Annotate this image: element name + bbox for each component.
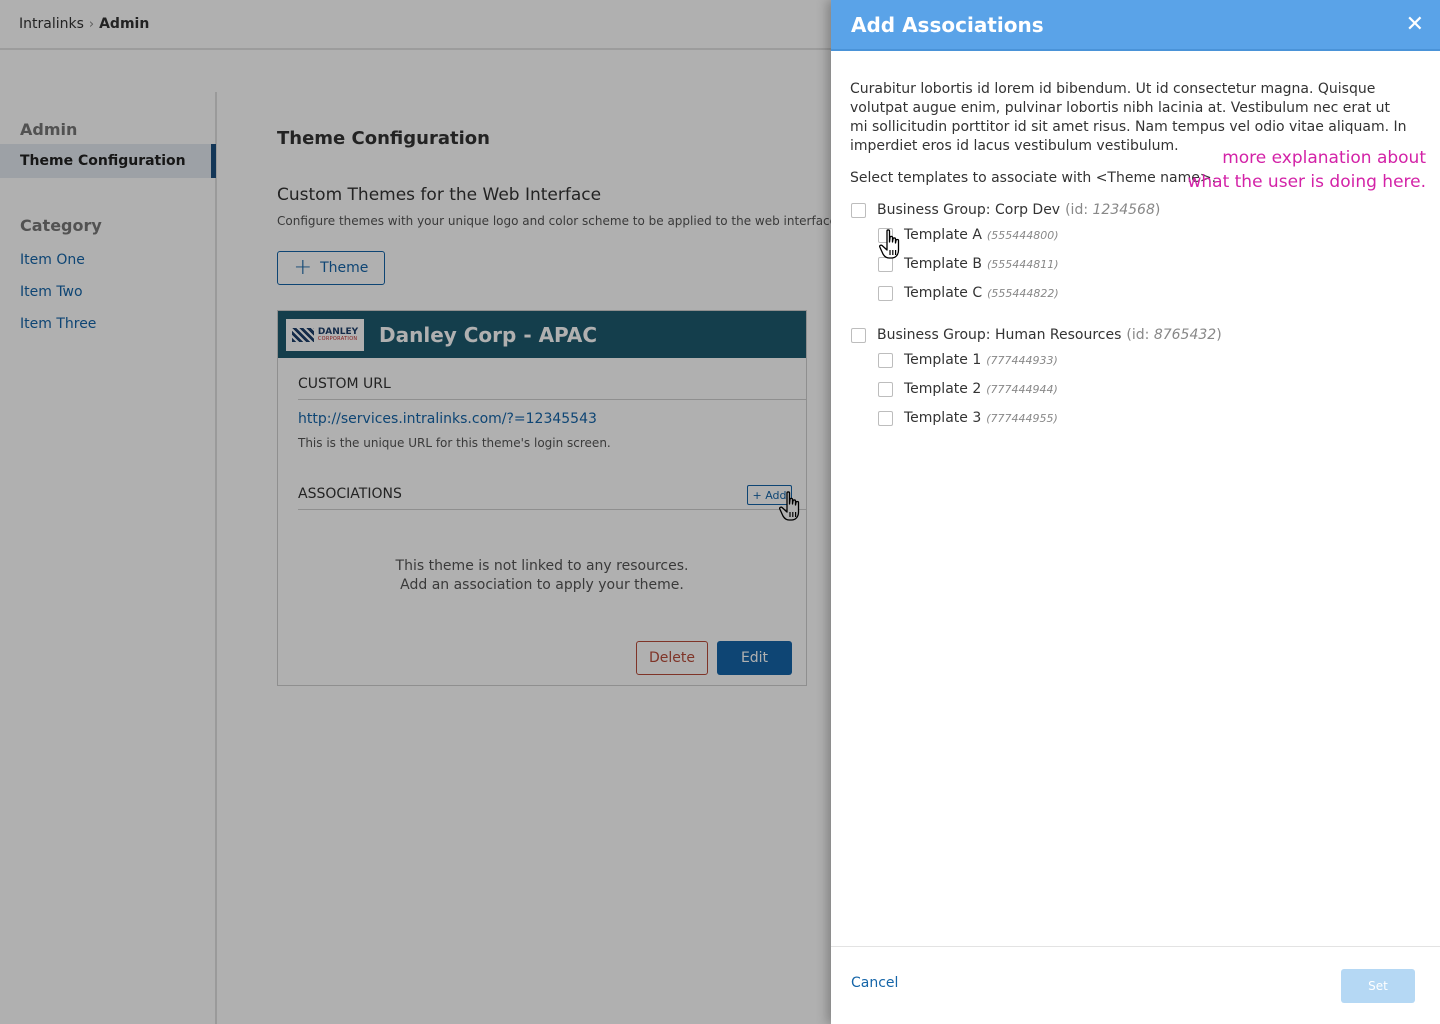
- template-label: Template 3: [904, 410, 982, 426]
- group-checkbox[interactable]: [851, 327, 866, 343]
- panel-description: Curabitur lobortis id lorem id bibendum.…: [850, 81, 1407, 154]
- panel-header: Add Associations ✕: [831, 0, 1440, 51]
- template-label: Template 1: [904, 352, 982, 368]
- business-group-item: Business Group: Human Resources (id: 876…: [851, 327, 1222, 343]
- group-label: Business Group: Human Resources: [877, 327, 1122, 343]
- panel-footer: Cancel Set: [831, 946, 1440, 1024]
- group-checkbox[interactable]: [851, 202, 866, 218]
- set-button[interactable]: Set: [1341, 969, 1415, 1003]
- template-checkbox[interactable]: [878, 285, 893, 301]
- template-label: Template B: [904, 256, 982, 272]
- template-id: (777444933): [986, 353, 1058, 367]
- template-id: (555444822): [987, 286, 1059, 300]
- cancel-button[interactable]: Cancel: [851, 975, 898, 991]
- group-label: Business Group: Corp Dev: [877, 202, 1061, 218]
- business-group-item: Business Group: Corp Dev (id: 1234568): [851, 202, 1160, 218]
- template-checkbox[interactable]: [878, 381, 893, 397]
- template-id: (777444955): [986, 411, 1058, 425]
- group-id: (id: 8765432): [1126, 327, 1222, 343]
- hand-cursor-icon: [879, 229, 900, 259]
- template-label: Template A: [904, 227, 982, 243]
- template-item: Template 2 (777444944): [878, 381, 1058, 397]
- template-id: (777444944): [986, 382, 1058, 396]
- template-item: Template 1 (777444933): [878, 352, 1058, 368]
- template-id: (555444800): [986, 228, 1059, 242]
- template-item: Template 3 (777444955): [878, 410, 1058, 426]
- add-associations-panel: Add Associations ✕ Curabitur lobortis id…: [831, 0, 1440, 1024]
- panel-title: Add Associations: [851, 12, 1044, 37]
- annotation-line-1: more explanation about: [1222, 148, 1426, 168]
- template-checkbox[interactable]: [878, 410, 893, 426]
- template-label: Template C: [904, 285, 983, 301]
- template-item: Template C (555444822): [878, 285, 1059, 301]
- annotation-line-2: what the user is doing here.: [1187, 172, 1426, 192]
- template-label: Template 2: [904, 381, 982, 397]
- template-checkbox[interactable]: [878, 352, 893, 368]
- annotation-note: more explanation about what the user is …: [1187, 146, 1426, 194]
- close-icon[interactable]: ✕: [1406, 13, 1424, 36]
- group-id: (id: 1234568): [1065, 202, 1161, 218]
- template-id: (555444811): [986, 257, 1059, 271]
